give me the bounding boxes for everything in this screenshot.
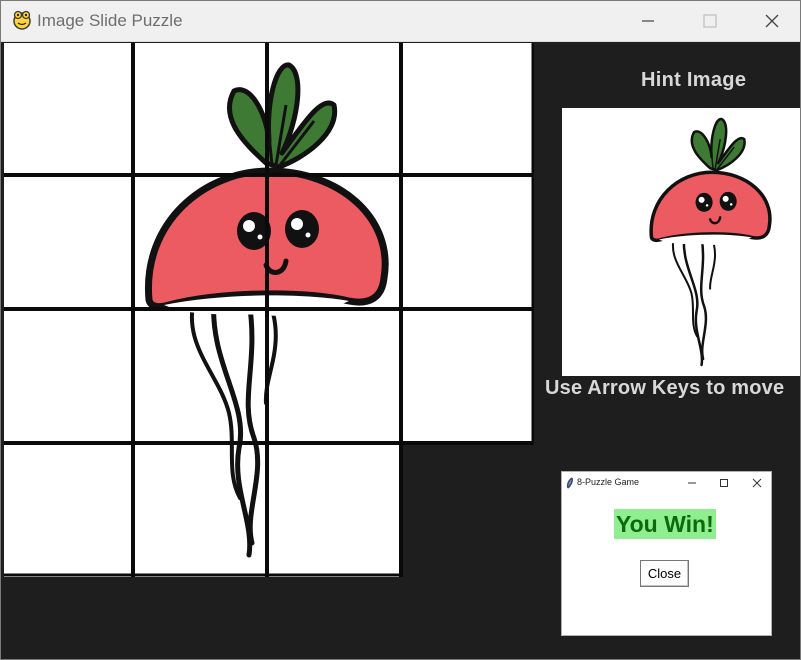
close-button[interactable]: Close (640, 560, 689, 587)
title-bar[interactable]: Image Slide Puzzle (1, 1, 800, 42)
minimize-button[interactable] (625, 1, 671, 41)
window-title: Image Slide Puzzle (37, 11, 183, 30)
dialog-minimize-button[interactable] (678, 472, 706, 494)
win-message: You Win! (614, 509, 716, 539)
win-dialog: 8-Puzzle Game You Win! Close (561, 471, 772, 636)
feather-icon (566, 477, 573, 489)
maximize-icon (703, 14, 717, 28)
hint-image-label: Hint Image (641, 69, 747, 91)
instructions-text: Use Arrow Keys to move (545, 377, 785, 399)
minimize-icon (688, 482, 696, 484)
dialog-title-bar[interactable]: 8-Puzzle Game (562, 472, 771, 494)
hint-image (559, 108, 800, 376)
close-icon (752, 478, 762, 488)
maximize-icon (720, 479, 728, 487)
dialog-maximize-button[interactable] (710, 472, 738, 494)
puzzle-board[interactable] (4, 43, 534, 577)
python-icon (13, 10, 31, 30)
dialog-title: 8-Puzzle Game (577, 477, 640, 487)
close-icon (765, 14, 779, 28)
tile-grid-lines (4, 43, 534, 577)
close-window-button[interactable] (749, 1, 795, 41)
radish-hint-illustration (559, 108, 799, 376)
maximize-button[interactable] (687, 1, 733, 41)
dialog-close-button[interactable] (743, 472, 771, 494)
minimize-icon (642, 20, 654, 22)
game-window: Image Slide Puzzle Hint Image Use Arrow … (0, 0, 801, 660)
